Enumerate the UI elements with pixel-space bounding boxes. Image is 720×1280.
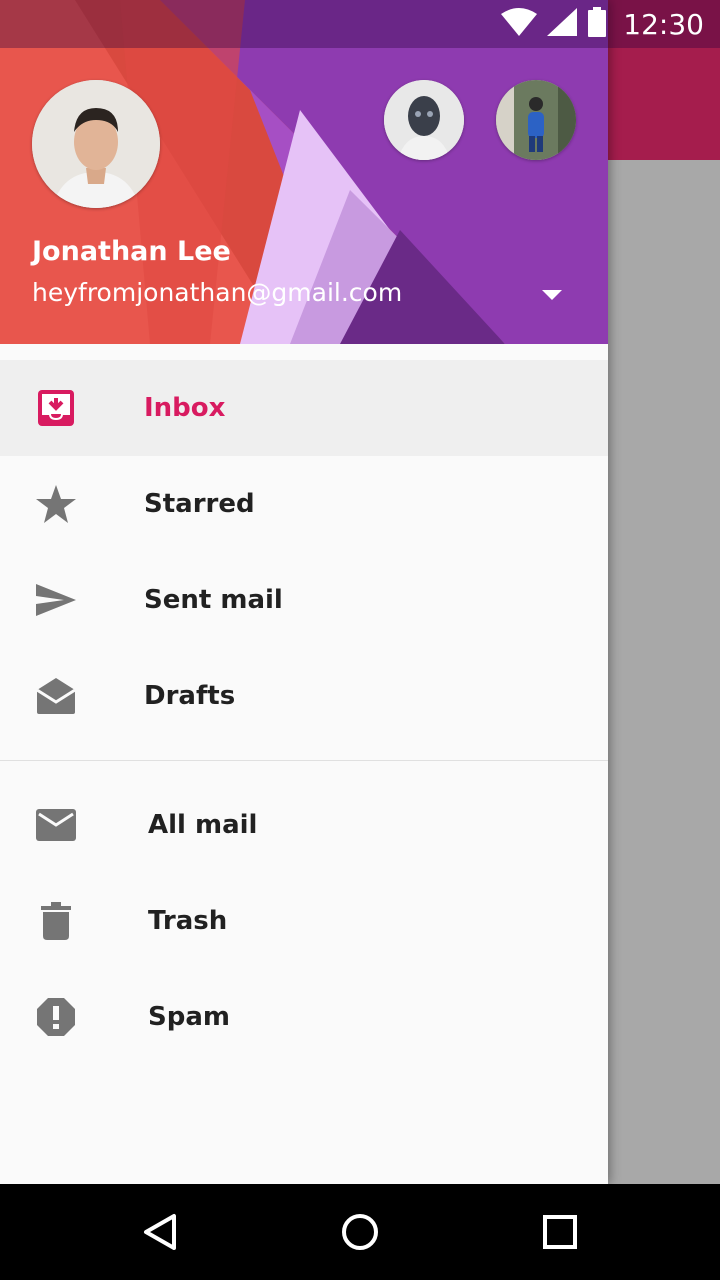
system-nav-bar <box>0 1184 720 1280</box>
nav-label-starred: Starred <box>144 489 255 519</box>
send-icon <box>32 580 80 620</box>
battery-icon <box>587 6 607 42</box>
nav-item-spam[interactable]: Spam <box>0 969 608 1065</box>
nav-divider <box>0 760 608 761</box>
account-email: heyfromjonathan@gmail.com <box>32 278 403 307</box>
back-button[interactable] <box>136 1208 184 1256</box>
avatar-alt-account-2[interactable] <box>496 80 576 160</box>
home-circle-icon <box>342 1214 378 1250</box>
avatar-alt-account-1[interactable] <box>384 80 464 160</box>
status-bar: 12:30 <box>0 0 720 48</box>
nav-item-inbox[interactable]: Inbox <box>0 360 608 456</box>
avatar-current-account[interactable] <box>32 80 160 208</box>
nav-item-starred[interactable]: Starred <box>0 456 608 552</box>
nav-item-all-mail[interactable]: All mail <box>0 777 608 873</box>
inbox-icon <box>32 388 80 428</box>
status-time: 12:30 <box>623 7 704 41</box>
navigation-drawer: Jonathan Lee heyfromjonathan@gmail.com I… <box>0 0 608 1184</box>
spam-icon <box>32 997 80 1037</box>
nav-item-sent-mail[interactable]: Sent mail <box>0 552 608 648</box>
mail-icon <box>32 805 80 845</box>
home-button[interactable] <box>336 1208 384 1256</box>
nav-label-sent-mail: Sent mail <box>144 585 283 615</box>
chevron-down-icon <box>542 290 562 300</box>
recents-button[interactable] <box>536 1208 584 1256</box>
recents-square-icon <box>543 1215 577 1249</box>
signal-icon <box>547 7 578 41</box>
nav-label-drafts: Drafts <box>144 681 236 711</box>
nav-label-inbox: Inbox <box>144 393 226 423</box>
nav-label-trash: Trash <box>148 906 228 936</box>
nav-label-all-mail: All mail <box>148 810 258 840</box>
nav-item-drafts[interactable]: Drafts <box>0 648 608 744</box>
account-switcher-dropdown[interactable] <box>536 284 568 304</box>
nav-label-spam: Spam <box>148 1002 230 1032</box>
nav-item-trash[interactable]: Trash <box>0 873 608 969</box>
account-name: Jonathan Lee <box>32 236 231 267</box>
drawer-nav-list: Inbox Starred Sent mail Drafts All mail … <box>0 360 608 1065</box>
drafts-icon <box>32 676 80 716</box>
wifi-icon <box>501 7 538 41</box>
star-icon <box>32 484 80 524</box>
trash-icon <box>32 901 80 941</box>
drawer-header: Jonathan Lee heyfromjonathan@gmail.com <box>0 0 608 344</box>
back-triangle-icon <box>144 1214 176 1250</box>
